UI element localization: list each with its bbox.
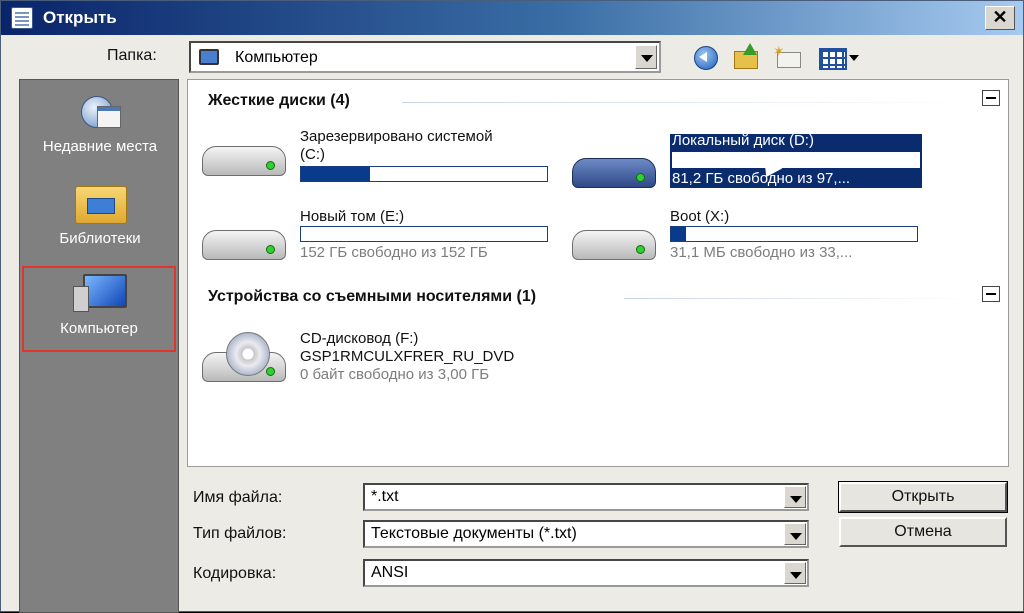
close-button[interactable]: ✕ (985, 6, 1015, 30)
drive-letter: (C:) (300, 146, 325, 163)
file-list: Жесткие диски (4) Зарезервировано систем… (187, 79, 1009, 467)
group-divider (624, 298, 974, 299)
notepad-icon (11, 7, 33, 29)
chevron-down-icon[interactable] (784, 523, 806, 545)
drive-item-d-selected[interactable]: Локальный диск (D:) 81,2 ГБ свободно из … (670, 132, 922, 188)
drive-free-space: 152 ГБ свободно из 152 ГБ (300, 244, 488, 261)
place-computer-label: Компьютер (60, 320, 138, 337)
open-dialog: Открыть ✕ Папка: Компьютер Недавние мест… (0, 0, 1024, 613)
places-bar: Недавние места Библиотеки Компьютер (19, 79, 179, 613)
computer-icon (199, 49, 219, 65)
chevron-down-icon[interactable] (635, 45, 657, 69)
folder-value: Компьютер (235, 49, 318, 66)
drive-free-space: 0 байт свободно из 3,00 ГБ (300, 366, 490, 383)
drive-volume-label: GSP1RMCULXFRER_RU_DVD (300, 348, 515, 365)
drive-item-x[interactable]: Boot (X:) 31,1 МБ свободно из 33,... (572, 208, 932, 272)
up-folder-icon[interactable] (731, 43, 761, 71)
drive-usage-bar (670, 226, 918, 242)
cancel-button[interactable]: Отмена (839, 517, 1007, 547)
drive-name: Boot (X:) (670, 208, 730, 225)
filetype-dropdown[interactable]: Текстовые документы (*.txt) (363, 520, 809, 548)
collapse-icon[interactable] (982, 286, 1000, 302)
group-divider (402, 102, 972, 103)
window-title: Открыть (43, 8, 117, 27)
libraries-icon (71, 182, 129, 224)
chevron-down-icon[interactable] (784, 486, 806, 508)
drive-usage-fill (671, 227, 686, 241)
filename-value: *.txt (371, 488, 399, 505)
chevron-down-icon[interactable] (784, 562, 806, 584)
place-libraries[interactable]: Библиотеки (20, 182, 180, 247)
drive-usage-fill (301, 167, 370, 181)
filename-field[interactable]: *.txt (363, 483, 809, 511)
folder-label: Папка: (107, 47, 157, 64)
filetype-label: Тип файлов: (193, 525, 287, 542)
drive-item-e[interactable]: Новый том (E:) 152 ГБ свободно из 152 ГБ (202, 208, 562, 272)
hdd-icon (202, 222, 288, 266)
drive-name: CD-дисковод (F:) (300, 330, 419, 347)
place-recent[interactable]: Недавние места (20, 94, 180, 155)
hdd-icon (572, 222, 658, 266)
back-icon[interactable] (691, 43, 721, 71)
group-header-hard-drives: Жесткие диски (4) (208, 92, 350, 109)
drive-name: Новый том (E:) (300, 208, 405, 225)
drive-usage-bar (672, 152, 920, 168)
folder-dropdown[interactable]: Компьютер (189, 41, 661, 73)
filename-label: Имя файла: (193, 489, 283, 506)
filetype-value: Текстовые документы (*.txt) (371, 525, 577, 542)
drive-item-c[interactable]: Зарезервировано системой (C:) (202, 128, 562, 198)
drive-name: Зарезервировано системой (300, 128, 493, 145)
encoding-dropdown[interactable]: ANSI (363, 559, 809, 587)
computer-icon (73, 274, 127, 314)
encoding-label: Кодировка: (193, 565, 277, 582)
drive-item-cd[interactable]: CD-дисковод (F:) GSP1RMCULXFRER_RU_DVD 0… (202, 330, 622, 394)
encoding-value: ANSI (371, 564, 409, 581)
drive-usage-bar (300, 166, 548, 182)
place-libraries-label: Библиотеки (59, 230, 141, 247)
group-header-removable: Устройства со съемными носителями (1) (208, 288, 537, 305)
drive-name: Локальный диск (D:) (672, 132, 814, 149)
cd-drive-icon (202, 332, 288, 388)
place-computer[interactable]: Компьютер (22, 266, 176, 352)
place-recent-label: Недавние места (42, 138, 158, 155)
recent-places-icon (79, 94, 121, 132)
drive-free-space: 81,2 ГБ свободно из 97,... (672, 170, 851, 187)
new-folder-icon[interactable] (773, 43, 803, 71)
title-bar: Открыть ✕ (1, 1, 1023, 35)
drive-free-space: 31,1 МБ свободно из 33,... (670, 244, 853, 261)
hdd-icon (202, 138, 288, 182)
collapse-icon[interactable] (982, 90, 1000, 106)
view-menu-icon[interactable] (817, 43, 861, 71)
hdd-icon (572, 150, 658, 194)
open-button[interactable]: Открыть (838, 481, 1008, 513)
drive-usage-bar (300, 226, 548, 242)
drive-usage-fill (673, 153, 718, 167)
